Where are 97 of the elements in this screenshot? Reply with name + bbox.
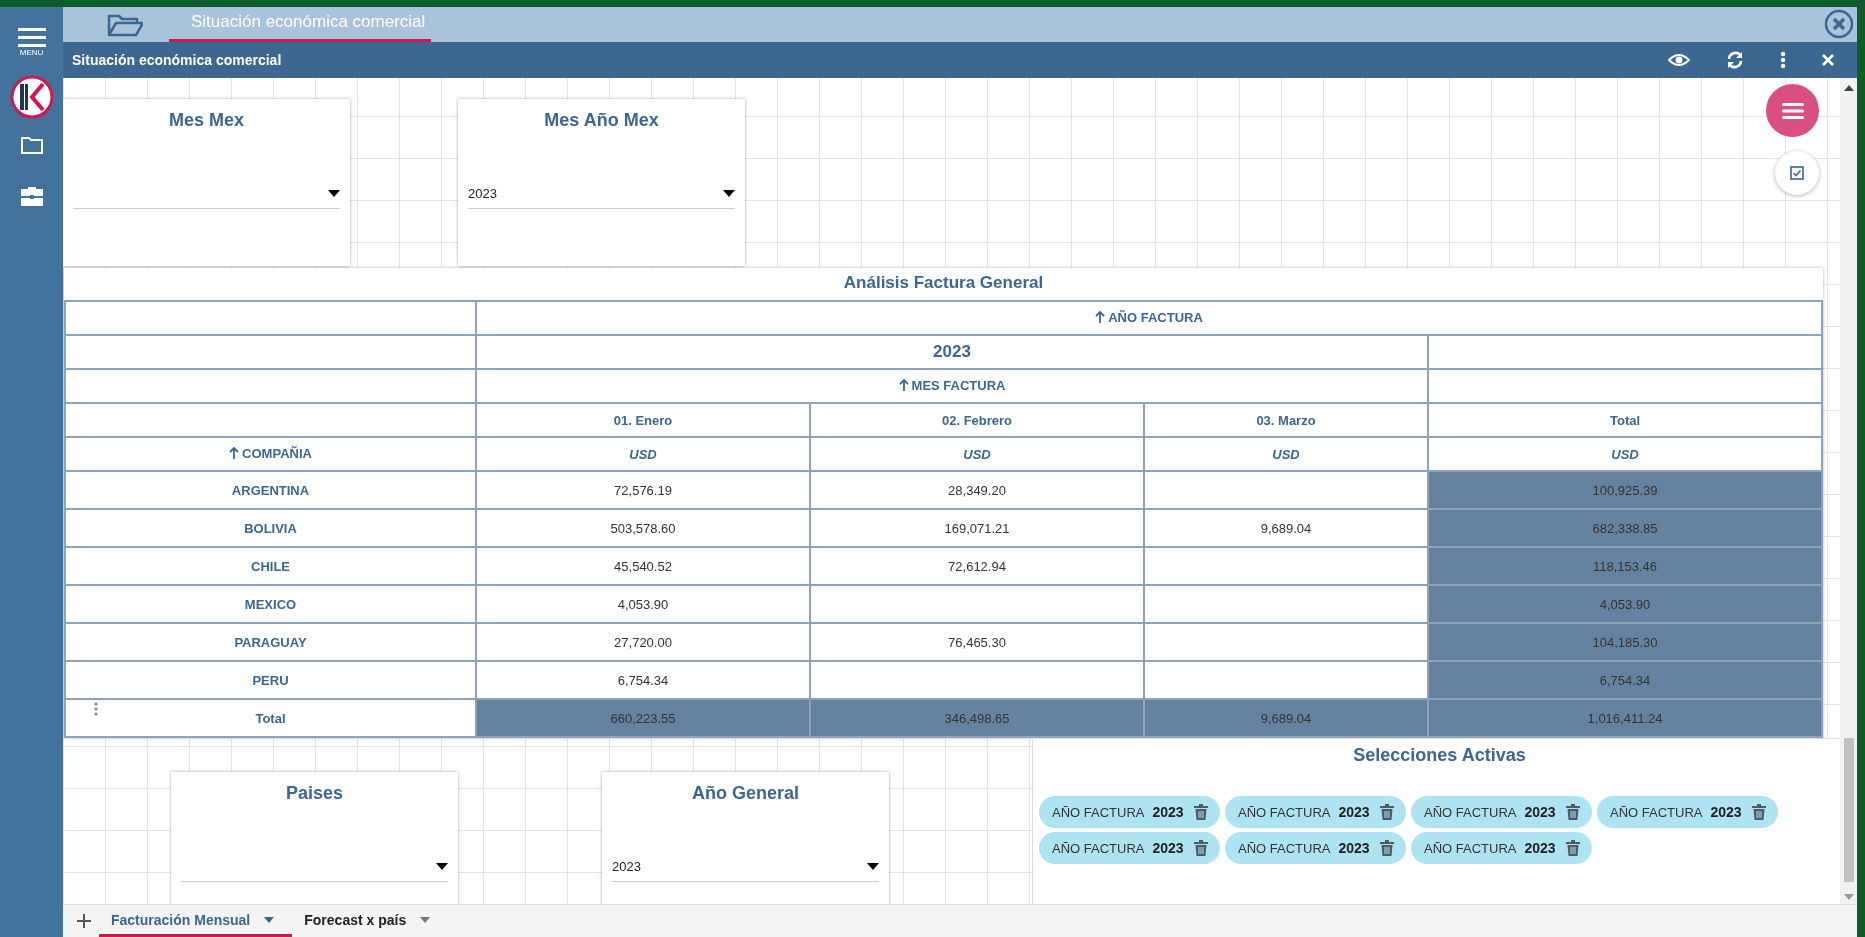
logo-icon xyxy=(9,75,54,119)
row-header: MEXICO xyxy=(244,596,297,612)
total-cell: 9,689.04 xyxy=(1144,699,1428,737)
panel-title: Situación económica comercial xyxy=(72,52,283,68)
filter-title: Paises xyxy=(284,783,345,804)
total-cell: 118,153.46 xyxy=(1428,547,1823,585)
filter-title: Mes Año Mex xyxy=(543,110,660,131)
table-cell: 4,053.90 xyxy=(476,585,810,623)
filter-title: Año General xyxy=(691,783,800,804)
total-cell: 660,223.55 xyxy=(476,699,810,737)
unit-header: USD xyxy=(810,437,1144,471)
chip-value: 2023 xyxy=(1152,804,1185,820)
caret-icon xyxy=(436,862,448,870)
table-cell: 45,540.52 xyxy=(476,547,810,585)
total-cell: 346,498.65 xyxy=(810,699,1144,737)
trash-icon[interactable] xyxy=(1194,804,1208,820)
checkbox-icon xyxy=(1790,166,1804,180)
unit-header: USD xyxy=(476,437,810,471)
column-header: 01. Enero xyxy=(476,403,810,437)
column-header: 2023 xyxy=(476,335,1428,369)
total-cell: 100,925.39 xyxy=(1428,471,1823,509)
chip-field: AÑO FACTURA xyxy=(1424,840,1517,856)
table-cell: 9,689.04 xyxy=(1144,509,1428,547)
row-header: Total xyxy=(255,710,286,726)
table-cell: 28,349.20 xyxy=(810,471,1144,509)
briefcase-icon[interactable] xyxy=(18,185,45,207)
chip-field: AÑO FACTURA xyxy=(1052,804,1145,820)
sheet-tab[interactable]: Facturación Mensual xyxy=(99,905,293,937)
trash-icon[interactable] xyxy=(1380,840,1394,856)
arrow-up-icon xyxy=(1095,311,1106,324)
chip-field: AÑO FACTURA xyxy=(1238,804,1331,820)
arrow-up-icon xyxy=(229,447,240,460)
column-field-label[interactable]: AÑO FACTURA xyxy=(1108,309,1203,325)
chip-value: 2023 xyxy=(1524,804,1557,820)
row-field-label[interactable]: COMPAÑIA xyxy=(242,445,312,461)
filter-title: Mes Mex xyxy=(167,110,245,131)
row-header: BOLIVIA xyxy=(244,520,297,536)
row-header: PERU xyxy=(252,672,289,688)
total-cell: 682,338.85 xyxy=(1428,509,1823,547)
caret-icon xyxy=(264,916,275,923)
vertical-dots-icon[interactable] xyxy=(94,702,98,716)
column-header: 02. Febrero xyxy=(810,403,1144,437)
folder-icon[interactable] xyxy=(107,13,143,37)
chip-field: AÑO FACTURA xyxy=(1052,840,1145,856)
total-cell: 4,053.90 xyxy=(1428,585,1823,623)
panel-heading: Selecciones Activas xyxy=(1352,745,1527,766)
scrollbar-thumb[interactable] xyxy=(1843,738,1854,882)
trash-icon[interactable] xyxy=(1566,804,1580,820)
chip-value: 2023 xyxy=(1524,840,1557,856)
chip-field: AÑO FACTURA xyxy=(1238,840,1331,856)
column-header: 03. Marzo xyxy=(1144,403,1428,437)
row-header: ARGENTINA xyxy=(231,482,310,498)
row-header: CHILE xyxy=(251,558,290,574)
table-cell: 72,612.94 xyxy=(810,547,1144,585)
caret-icon xyxy=(723,189,735,197)
chip-field: AÑO FACTURA xyxy=(1424,804,1517,820)
table-cell: 27,720.00 xyxy=(476,623,810,661)
table-cell: 503,578.60 xyxy=(476,509,810,547)
trash-icon[interactable] xyxy=(1752,804,1766,820)
menu-icon[interactable] xyxy=(17,27,46,47)
refresh-icon[interactable] xyxy=(1726,51,1744,69)
column-header: Total xyxy=(1428,403,1823,437)
chip-value: 2023 xyxy=(1338,804,1371,820)
trash-icon[interactable] xyxy=(1194,840,1208,856)
total-cell: 1,016,411.24 xyxy=(1428,699,1823,737)
table-cell: 72,576.19 xyxy=(476,471,810,509)
column-field-label[interactable]: MES FACTURA xyxy=(911,377,1006,393)
arrow-up-icon xyxy=(898,379,909,392)
menu-label[interactable]: MENU xyxy=(19,48,44,57)
chip-value: 2023 xyxy=(1710,804,1743,820)
table-cell: 76,465.30 xyxy=(810,623,1144,661)
checkbox-button[interactable] xyxy=(1775,151,1819,195)
trash-icon[interactable] xyxy=(1566,840,1580,856)
scroll-up-arrow-icon[interactable] xyxy=(1843,85,1854,91)
more-options-icon[interactable] xyxy=(1780,51,1786,69)
chip-value: 2023 xyxy=(1338,840,1371,856)
caret-icon xyxy=(420,916,431,923)
trash-icon[interactable] xyxy=(1380,804,1394,820)
unit-header: USD xyxy=(1144,437,1428,471)
total-cell: 104,185.30 xyxy=(1428,623,1823,661)
dropdown-field[interactable]: 2023 xyxy=(468,178,735,209)
sheet-tab[interactable]: Forecast x país xyxy=(292,905,449,937)
menu-button[interactable] xyxy=(1766,84,1819,137)
table-title: Análisis Factura General xyxy=(842,272,1045,294)
menu-icon xyxy=(1781,101,1804,120)
caret-icon xyxy=(867,862,879,870)
chip-field: AÑO FACTURA xyxy=(1610,804,1703,820)
table-cell: 169,071.21 xyxy=(810,509,1144,547)
total-cell: 6,754.34 xyxy=(1428,661,1823,699)
folder-icon[interactable] xyxy=(19,135,44,155)
caret-icon xyxy=(328,189,340,197)
dropdown-field[interactable]: 2023 xyxy=(612,851,879,882)
eye-icon[interactable] xyxy=(1668,53,1690,67)
chip-value: 2023 xyxy=(1152,840,1185,856)
close-icon[interactable] xyxy=(1824,9,1854,39)
add-icon[interactable] xyxy=(77,914,91,928)
row-header: PARAGUAY xyxy=(234,634,307,650)
